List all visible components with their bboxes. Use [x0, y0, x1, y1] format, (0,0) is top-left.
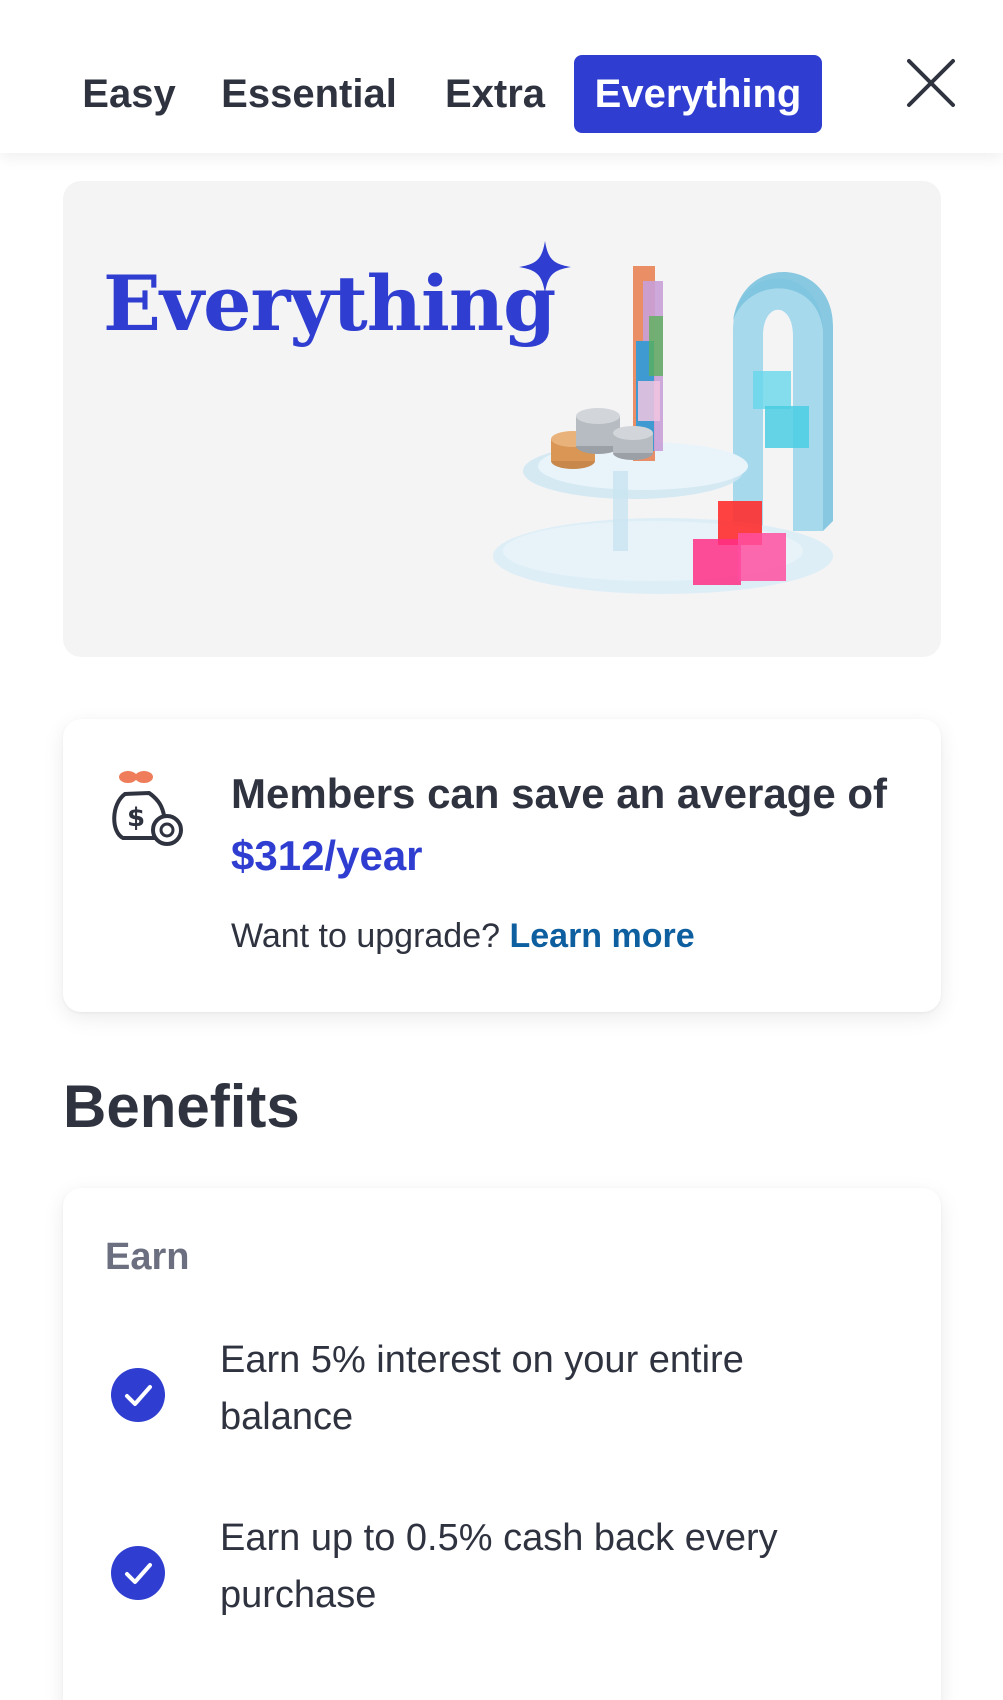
- checkmark-icon: [111, 1368, 165, 1422]
- plans-sheet: Easy Essential Extra Everything Everythi…: [0, 0, 1003, 1700]
- svg-text:$: $: [127, 803, 145, 833]
- benefit-text: Earn up to 2% cash back when you: [220, 1688, 860, 1700]
- plan-tabs: Easy Essential Extra Everything: [0, 0, 1003, 153]
- savings-illustration: [493, 266, 833, 594]
- benefits-heading: Benefits: [63, 1073, 300, 1140]
- hero-title: Everything: [103, 259, 556, 348]
- tab-easy[interactable]: Easy: [74, 55, 184, 133]
- upgrade-prompt-text: Want to upgrade?: [231, 917, 510, 955]
- section-label-earn: Earn: [105, 1236, 190, 1278]
- plan-hero-card: Everything: [63, 181, 941, 657]
- learn-more-link[interactable]: Learn more: [509, 917, 694, 955]
- benefit-text: Earn up to 0.5% cash back every purchase: [220, 1517, 778, 1616]
- tab-everything[interactable]: Everything: [574, 55, 822, 133]
- savings-amount: $312/year: [231, 832, 423, 879]
- money-bag-icon: $: [112, 771, 183, 846]
- benefits-card: Earn Earn 5% interest on your entire bal…: [63, 1188, 941, 1700]
- tab-essential[interactable]: Essential: [218, 55, 400, 133]
- close-icon: [907, 59, 955, 107]
- savings-card: $ Members can save an average of $312/ye…: [63, 719, 941, 1012]
- close-button[interactable]: [900, 52, 962, 114]
- checkmark-icon: [111, 1546, 165, 1600]
- tab-extra[interactable]: Extra: [438, 55, 552, 133]
- upgrade-prompt: Want to upgrade? Learn more: [231, 917, 695, 956]
- benefit-text: Earn 5% interest on your entire balance: [220, 1339, 744, 1438]
- savings-headline: Members can save an average of $312/year: [231, 763, 911, 887]
- savings-headline-text: Members can save an average of: [231, 770, 888, 817]
